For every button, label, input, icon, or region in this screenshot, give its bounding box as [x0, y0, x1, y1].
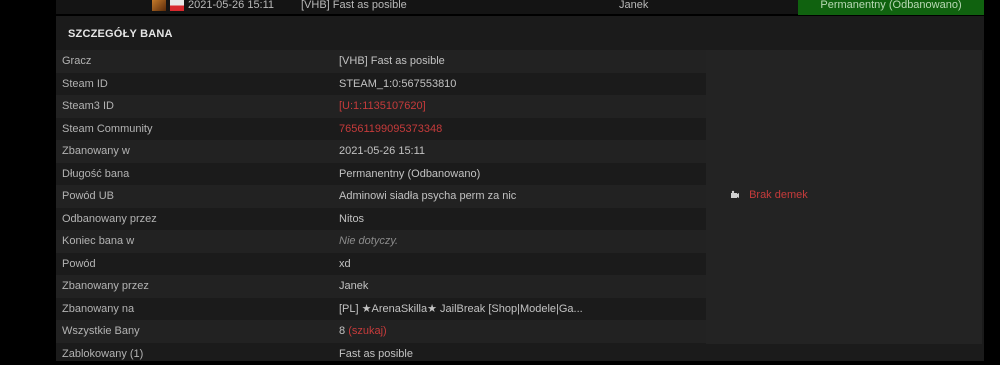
detail-label: Zablokowany (1): [62, 343, 143, 365]
detail-value: Fast as posible: [339, 343, 413, 365]
no-demos-label: Brak demek: [749, 189, 808, 201]
previous-ban-row[interactable]: 2021-05-26 15:11 [VHB] Fast as posible J…: [56, 0, 984, 14]
ban-date: 2021-05-26 15:11: [188, 0, 274, 11]
detail-row-reason: Powód xd: [56, 253, 706, 276]
steam-community-link[interactable]: 76561199095373348: [339, 118, 442, 141]
detail-value: 2021-05-26 15:11: [339, 140, 425, 163]
detail-row-unbanned-by: Odbanowany przez Nitos: [56, 208, 706, 231]
ban-status-badge: Permanentny (Odbanowano): [798, 0, 984, 15]
country-flag-icon: [170, 0, 184, 11]
detail-row-banned-by: Zbanowany przez Janek: [56, 275, 706, 298]
camera-icon: [730, 190, 740, 200]
detail-value: Janek: [339, 275, 368, 298]
search-bans-link[interactable]: (szukaj): [348, 325, 387, 337]
detail-label: Długość bana: [62, 163, 129, 186]
detail-row-all-bans: Wszystkie Bany 8 (szukaj): [56, 320, 706, 343]
detail-row-player: Gracz [VHB] Fast as posible: [56, 50, 706, 73]
detail-label: Zbanowany w: [62, 140, 130, 163]
detail-row-banned-at: Zbanowany w 2021-05-26 15:11: [56, 140, 706, 163]
ban-admin: Janek: [619, 0, 648, 11]
detail-value: Adminowi siadła psycha perm za nic: [339, 185, 516, 208]
detail-label: Zbanowany na: [62, 298, 134, 321]
player-avatar: [152, 0, 166, 11]
detail-value: STEAM_1:0:567553810: [339, 73, 456, 96]
detail-label: Powód UB: [62, 185, 114, 208]
detail-row-ban-end: Koniec bana w Nie dotyczy.: [56, 230, 706, 253]
steam3-id-link[interactable]: [U:1:1135107620]: [339, 95, 426, 118]
detail-label: Powód: [62, 253, 96, 276]
detail-value: Permanentny (Odbanowano): [339, 163, 480, 186]
detail-value: Nie dotyczy.: [339, 230, 398, 253]
player-name: [VHB] Fast as posible: [301, 0, 407, 11]
detail-label: Wszystkie Bany: [62, 320, 140, 343]
demo-entry[interactable]: Brak demek: [730, 188, 808, 202]
detail-label: Koniec bana w: [62, 230, 134, 253]
detail-label: Zbanowany przez: [62, 275, 149, 298]
ban-details-panel: SZCZEGÓŁY BANA Gracz [VHB] Fast as posib…: [56, 16, 984, 361]
detail-label: Steam Community: [62, 118, 152, 141]
detail-value: xd: [339, 253, 351, 276]
demo-panel: Brak demek: [706, 50, 982, 344]
detail-row-unban-reason: Powód UB Adminowi siadła psycha perm za …: [56, 185, 706, 208]
detail-label: Steam ID: [62, 73, 108, 96]
detail-value: [VHB] Fast as posible: [339, 50, 445, 73]
detail-label: Gracz: [62, 50, 91, 73]
detail-row-steam-community: Steam Community 76561199095373348: [56, 118, 706, 141]
ban-details-table: Gracz [VHB] Fast as posible Steam ID STE…: [56, 50, 706, 365]
detail-row-blocked: Zablokowany (1) Fast as posible: [56, 343, 706, 365]
detail-label: Steam3 ID: [62, 95, 114, 118]
detail-value: Nitos: [339, 208, 364, 231]
detail-row-ban-length: Długość bana Permanentny (Odbanowano): [56, 163, 706, 186]
detail-value: 8 (szukaj): [339, 320, 387, 343]
detail-row-banned-on: Zbanowany na [PL] ★ArenaSkilla★ JailBrea…: [56, 298, 706, 321]
all-bans-count: 8: [339, 325, 345, 337]
detail-row-steam-id: Steam ID STEAM_1:0:567553810: [56, 73, 706, 96]
detail-label: Odbanowany przez: [62, 208, 157, 231]
detail-value: [PL] ★ArenaSkilla★ JailBreak [Shop|Model…: [339, 298, 583, 321]
panel-title: SZCZEGÓŁY BANA: [68, 28, 173, 40]
detail-row-steam3-id: Steam3 ID [U:1:1135107620]: [56, 95, 706, 118]
